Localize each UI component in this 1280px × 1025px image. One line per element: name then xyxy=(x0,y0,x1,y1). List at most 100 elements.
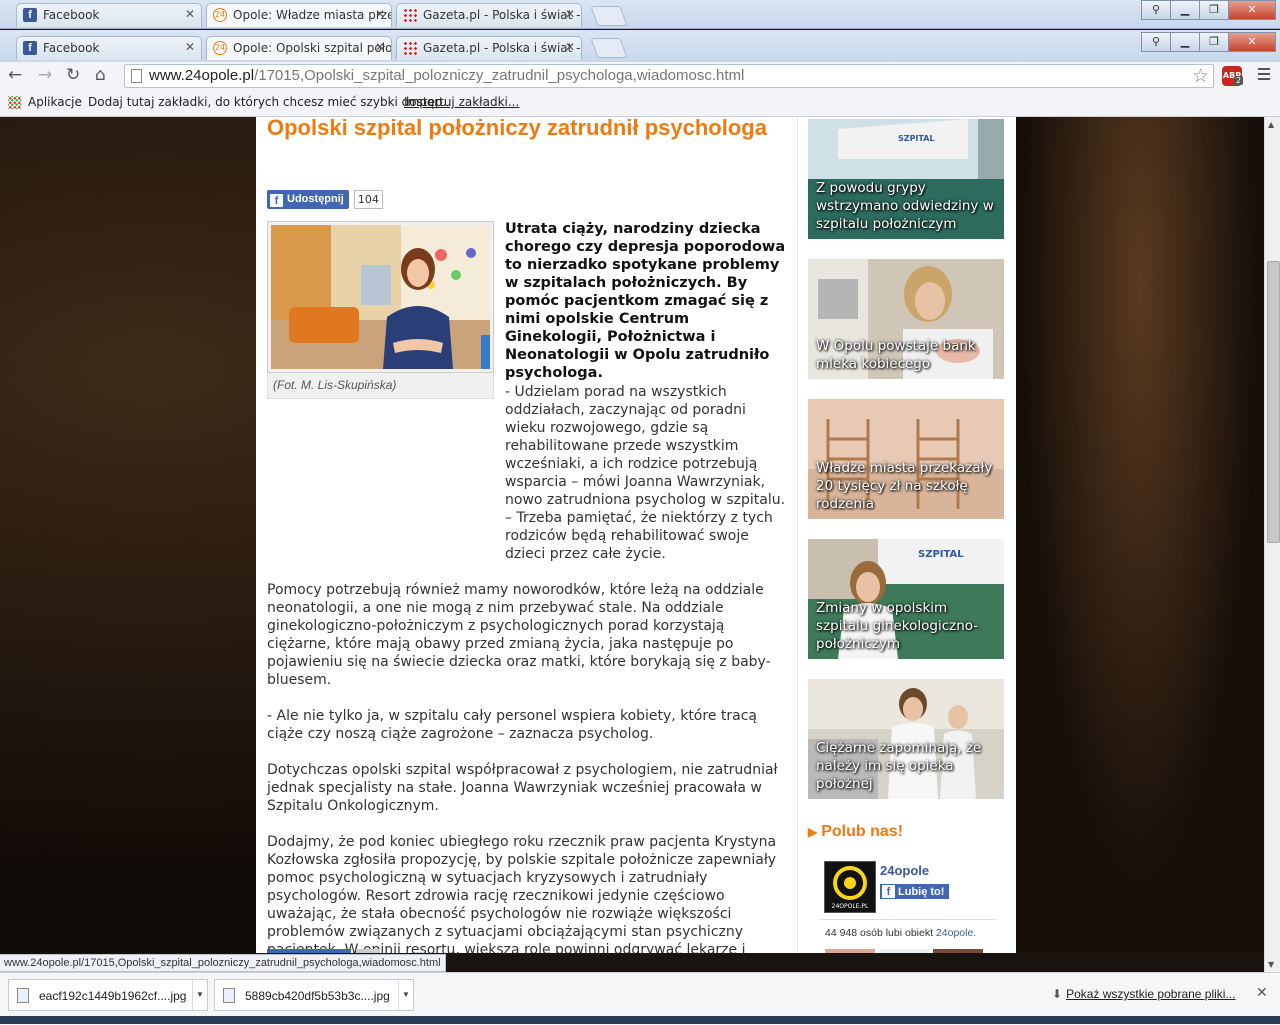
share-count: 104 xyxy=(353,190,383,209)
chevron-down-icon[interactable]: ▼ xyxy=(398,980,413,1010)
24opole-logo-graphic: 24OPOLE.PL xyxy=(832,866,869,910)
fb-likes-count: 44 948 osób lubi obiekt 24opole. xyxy=(825,927,977,939)
file-icon xyxy=(223,988,235,1003)
divider xyxy=(820,919,996,920)
article-column: Opolski szpital położniczy zatrudnił psy… xyxy=(256,117,797,953)
address-bar[interactable]: www.24opole.pl/17015,Opolski_szpital_pol… xyxy=(124,64,1214,88)
close-icon[interactable]: ✕ xyxy=(565,7,575,21)
page-scrollbar[interactable]: ▲ ▼ xyxy=(1264,117,1280,972)
back-arrow-icon[interactable]: ← xyxy=(8,65,22,85)
window-controls: ⚲ ▁ ❐ ✕ xyxy=(1141,32,1276,52)
share-button[interactable]: f Udostępnij xyxy=(267,190,349,209)
facebook-icon: f xyxy=(270,194,283,207)
tab-opole-active[interactable]: 24 Opole: Opolski szpital poło ✕ xyxy=(206,36,392,60)
article-paragraph: Dotychczas opolski szpital współpracował… xyxy=(267,762,778,814)
share-button-bottom[interactable] xyxy=(267,949,351,953)
gazeta-icon xyxy=(403,8,417,22)
related-article-tile[interactable]: W Opolu powstaje bank mleka kobiecego xyxy=(808,259,1004,379)
apps-icon[interactable] xyxy=(8,96,21,109)
article-photo[interactable] xyxy=(267,221,494,373)
related-article-tile[interactable]: Ciężarne zapominają, że należy im się op… xyxy=(808,679,1004,799)
close-icon[interactable]: ✕ xyxy=(1256,985,1268,1001)
related-article-caption: W Opolu powstaje bank mleka kobiecego xyxy=(816,338,976,372)
24opole-logo[interactable]: 24OPOLE.PL xyxy=(824,861,876,913)
24opole-icon: 24 xyxy=(213,8,227,22)
file-icon xyxy=(17,988,29,1003)
scroll-up-arrow-icon[interactable]: ▲ xyxy=(1268,120,1274,129)
browser-toolbar: ← → ↻ ⌂ www.24opole.pl/17015,Opolski_szp… xyxy=(0,62,1280,90)
close-icon[interactable]: ✕ xyxy=(185,7,195,21)
adblock-count-badge: 2 xyxy=(1234,76,1244,85)
forward-arrow-icon[interactable]: → xyxy=(38,65,52,85)
url-text[interactable]: www.24opole.pl/17015,Opolski_szpital_pol… xyxy=(149,67,744,84)
maximize-button[interactable]: ❐ xyxy=(1199,32,1229,52)
arrow-right-icon: ▶ xyxy=(808,825,818,839)
web-page: Opolski szpital położniczy zatrudnił psy… xyxy=(0,117,1280,953)
home-icon[interactable]: ⌂ xyxy=(95,65,106,85)
related-article-caption: Ciężarne zapominają, że należy im się op… xyxy=(816,740,982,792)
tabstrip: f Facebook ✕ 24 Opole: Opolski szpital p… xyxy=(0,30,1280,63)
show-all-downloads-link[interactable]: ⬇ Pokaż wszystkie pobrane pliki... xyxy=(1052,987,1235,1001)
close-icon[interactable]: ✕ xyxy=(375,40,385,54)
close-window-button[interactable]: ✕ xyxy=(1228,32,1276,52)
close-icon[interactable]: ✕ xyxy=(565,40,575,54)
fb-like-button[interactable]: f Lubię to! xyxy=(880,884,950,899)
facebook-like-box: 24OPOLE.PL 24opole f Lubię to! 44 948 osó… xyxy=(820,851,996,953)
article-lead: Utrata ciąży, narodziny dziecka chorego … xyxy=(505,221,786,381)
facebook-icon: f xyxy=(23,41,37,55)
page-icon xyxy=(131,69,142,83)
bg-tab-facebook[interactable]: f Facebook ✕ xyxy=(16,3,202,27)
close-icon[interactable]: ✕ xyxy=(375,7,385,21)
user-icon[interactable]: ⚲ xyxy=(1141,0,1171,20)
tab-gazeta[interactable]: Gazeta.pl - Polska i świat - ✕ xyxy=(396,36,582,60)
bookmarks-hint: Dodaj tutaj zakładki, do których chcesz … xyxy=(88,95,447,109)
share-widget: f Udostępnij 104 xyxy=(267,190,383,209)
sidebar: SZPITAL Z powodu grypy wstrzymano odwied… xyxy=(797,117,1016,953)
article-paragraph: Dodajmy, że pod koniec ubiegłego roku rz… xyxy=(267,834,777,953)
fan-avatars xyxy=(825,949,983,953)
bookmark-star-icon[interactable]: ☆ xyxy=(1192,65,1209,87)
close-icon[interactable]: ✕ xyxy=(185,40,195,54)
fb-page-name[interactable]: 24opole xyxy=(880,863,929,878)
apps-link[interactable]: Aplikacje xyxy=(28,95,82,109)
tab-facebook[interactable]: f Facebook ✕ xyxy=(16,36,202,60)
related-article-tile[interactable]: SZPITAL Zmiany w opolskim szpitalu ginek… xyxy=(808,539,1004,659)
gazeta-icon xyxy=(403,41,417,55)
facebook-icon: f xyxy=(23,8,37,22)
scrollbar-thumb[interactable] xyxy=(1267,261,1280,543)
sign-text: SZPITAL xyxy=(918,549,964,560)
os-taskbar xyxy=(0,1016,1280,1024)
minimize-button[interactable]: ▁ xyxy=(1170,0,1200,20)
minimize-button[interactable]: ▁ xyxy=(1170,32,1200,52)
window-controls: ⚲ ▁ ❐ ✕ xyxy=(1141,0,1276,20)
related-article-caption: Z powodu grypy wstrzymano odwiedziny w s… xyxy=(816,180,994,232)
close-window-button[interactable]: ✕ xyxy=(1228,0,1276,20)
related-article-caption: Władze miasta przekazały 20 tysięcy zł n… xyxy=(816,460,993,512)
status-url-bubble: www.24opole.pl/17015,Opolski_szpital_pol… xyxy=(0,954,446,972)
new-tab-button[interactable] xyxy=(590,38,628,58)
article-paragraph: - Ale nie tylko ja, w szpitalu cały pers… xyxy=(267,708,757,742)
article-title: Opolski szpital położniczy zatrudnił psy… xyxy=(267,117,767,140)
bookmarks-bar: Aplikacje Dodaj tutaj zakładki, do który… xyxy=(0,90,1280,117)
24opole-icon: 24 xyxy=(213,41,227,55)
new-tab-button[interactable] xyxy=(590,6,628,26)
download-arrow-icon: ⬇ xyxy=(1052,987,1063,1001)
fb-fan-faces xyxy=(825,949,985,953)
related-article-tile[interactable]: Władze miasta przekazały 20 tysięcy zł n… xyxy=(808,399,1004,519)
related-article-caption: Zmiany w opolskim szpitalu ginekologiczn… xyxy=(816,600,979,652)
background-window-tabstrip: f Facebook ✕ 24 Opole: Władze miasta prz… xyxy=(0,0,1280,29)
photo-woman-in-office xyxy=(271,225,490,369)
user-icon[interactable]: ⚲ xyxy=(1141,32,1171,52)
chevron-down-icon[interactable]: ▼ xyxy=(192,980,207,1010)
scroll-down-arrow-icon[interactable]: ▼ xyxy=(1268,960,1274,969)
menu-icon[interactable] xyxy=(1258,68,1270,83)
import-bookmarks-link[interactable]: Importuj zakładki... xyxy=(404,95,519,109)
download-item[interactable]: 5889cb420df5b53b3c....jpg ▼ xyxy=(214,979,414,1011)
bg-tab-gazeta[interactable]: Gazeta.pl - Polska i świat - ✕ xyxy=(396,3,582,27)
reload-icon[interactable]: ↻ xyxy=(66,65,80,85)
download-item[interactable]: eacf192c1449b1962cf....jpg ▼ xyxy=(8,979,208,1011)
related-article-tile[interactable]: SZPITAL Z powodu grypy wstrzymano odwied… xyxy=(808,119,1004,239)
article-paragraph: Pomocy potrzebują również mamy noworodkó… xyxy=(267,582,771,688)
maximize-button[interactable]: ❐ xyxy=(1199,0,1229,20)
bg-tab-opole[interactable]: 24 Opole: Władze miasta prze ✕ xyxy=(206,3,392,27)
